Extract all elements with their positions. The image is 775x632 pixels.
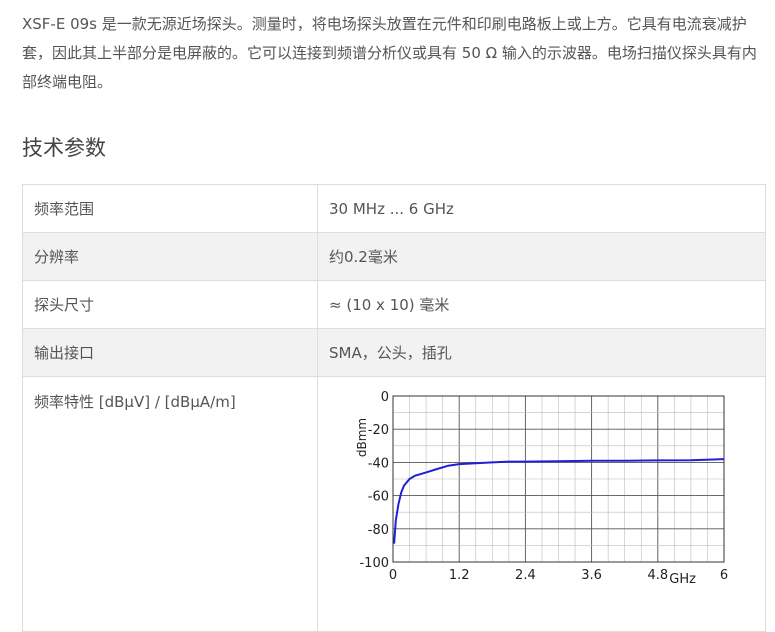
spec-label: 输出接口 <box>22 328 318 377</box>
spec-row-output-connector: 输出接口 SMA，公头，插孔 <box>22 328 766 377</box>
spec-label: 分辨率 <box>22 232 318 281</box>
y-tick-label: -100 <box>359 556 389 571</box>
spec-row-frequency-response: 频率特性 [dBμV] / [dBμA/m] 0 1.2 2.4 3.6 4.8 6 0 -2… <box>22 376 766 632</box>
x-tick-label: 3.6 <box>581 568 602 583</box>
spec-row-frequency-range: 频率范围 30 MHz ... 6 GHz <box>22 184 766 233</box>
x-axis-label: GHz <box>669 572 696 587</box>
spec-value: SMA，公头，插孔 <box>317 328 766 377</box>
spec-label: 探头尺寸 <box>22 280 318 329</box>
spec-value: 30 MHz ... 6 GHz <box>317 184 766 233</box>
x-tick-label: 2.4 <box>515 568 536 583</box>
product-description: XSF-E 09s 是一款无源近场探头。测量时，将电场探头放置在元件和印刷电路板… <box>22 15 757 91</box>
spec-value-chart-cell: 0 1.2 2.4 3.6 4.8 6 0 -20 -40 -60 -80 -100 GHz dBmm <box>317 376 766 632</box>
frequency-response-chart-container: 0 1.2 2.4 3.6 4.8 6 0 -20 -40 -60 -80 -100 GHz dBmm <box>318 377 738 587</box>
x-tick-label: 0 <box>389 568 397 583</box>
y-tick-label: -80 <box>368 523 389 538</box>
spec-label: 频率特性 [dBμV] / [dBμA/m] <box>22 376 318 632</box>
x-tick-label: 1.2 <box>449 568 470 583</box>
y-tick-label: -20 <box>368 423 389 438</box>
spec-table: 频率范围 30 MHz ... 6 GHz 分辨率 约0.2毫米 探头尺寸 ≈ … <box>22 184 766 632</box>
x-tick-label: 4.8 <box>647 568 668 583</box>
spec-value: ≈ (10 x 10) 毫米 <box>317 280 766 329</box>
y-tick-label: -60 <box>368 490 389 505</box>
y-tick-label: -40 <box>368 456 389 471</box>
spec-row-resolution: 分辨率 约0.2毫米 <box>22 232 766 281</box>
section-title-tech-specs: 技术参数 <box>22 136 106 160</box>
frequency-response-chart: 0 1.2 2.4 3.6 4.8 6 0 -20 -40 -60 -80 -100 GHz dBmm <box>355 390 728 587</box>
spec-value: 约0.2毫米 <box>317 232 766 281</box>
spec-row-probe-size: 探头尺寸 ≈ (10 x 10) 毫米 <box>22 280 766 329</box>
x-tick-label: 6 <box>720 568 728 583</box>
y-tick-label: 0 <box>381 390 389 405</box>
spec-label: 频率范围 <box>22 184 318 233</box>
y-axis-label: dBmm <box>355 418 369 457</box>
